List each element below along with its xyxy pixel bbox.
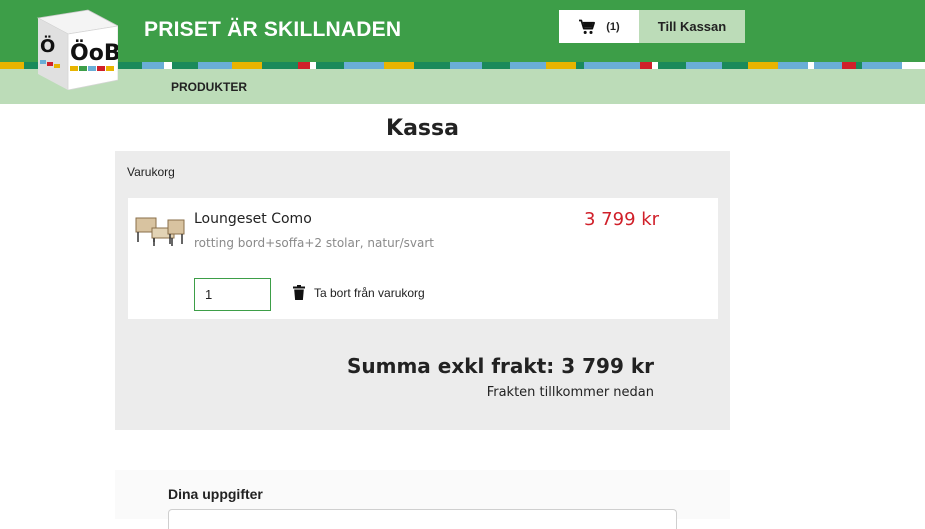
product-price: 3 799 kr	[584, 209, 660, 230]
cart-subtotal: Summa exkl frakt: 3 799 kr	[346, 354, 654, 378]
page-title: Kassa	[386, 116, 459, 141]
customer-details-section: Dina uppgifter	[115, 470, 730, 529]
svg-text:ÖoB: ÖoB	[70, 40, 118, 66]
product-thumbnail[interactable]	[134, 212, 188, 252]
header-bar	[0, 0, 925, 62]
freight-note: Frakten tillkommer nedan	[486, 385, 654, 400]
nav-item-produkter[interactable]: PRODUKTER	[171, 80, 247, 94]
color-stripe	[0, 62, 925, 69]
remove-from-cart-button[interactable]: Ta bort från varukorg	[293, 285, 425, 300]
cart-button[interactable]: (1)	[559, 10, 639, 43]
product-name[interactable]: Loungeset Como	[194, 211, 312, 227]
checkout-button[interactable]: Till Kassan	[639, 10, 745, 43]
svg-text:Ö: Ö	[40, 35, 55, 57]
brand-tagline: PRISET ÄR SKILLNADEN	[144, 18, 402, 41]
cart-heading: Varukorg	[127, 165, 175, 179]
product-description: rotting bord+soffa+2 stolar, natur/svart	[194, 236, 435, 250]
cart-icon	[579, 19, 596, 34]
customer-details-heading: Dina uppgifter	[168, 486, 263, 502]
cart-widget: (1) Till Kassan	[559, 10, 745, 43]
cart-count: (1)	[606, 20, 620, 33]
customer-details-input[interactable]	[168, 509, 677, 529]
nav-bar	[0, 69, 925, 104]
trash-icon	[293, 285, 305, 300]
cart-item: Loungeset Como rotting bord+soffa+2 stol…	[128, 198, 718, 319]
remove-label: Ta bort från varukorg	[314, 285, 425, 300]
oob-logo[interactable]: Ö ÖoB	[30, 8, 118, 90]
quantity-input[interactable]	[194, 278, 271, 311]
cart-panel: Varukorg Loungeset Como rotting bord+sof…	[115, 151, 730, 430]
